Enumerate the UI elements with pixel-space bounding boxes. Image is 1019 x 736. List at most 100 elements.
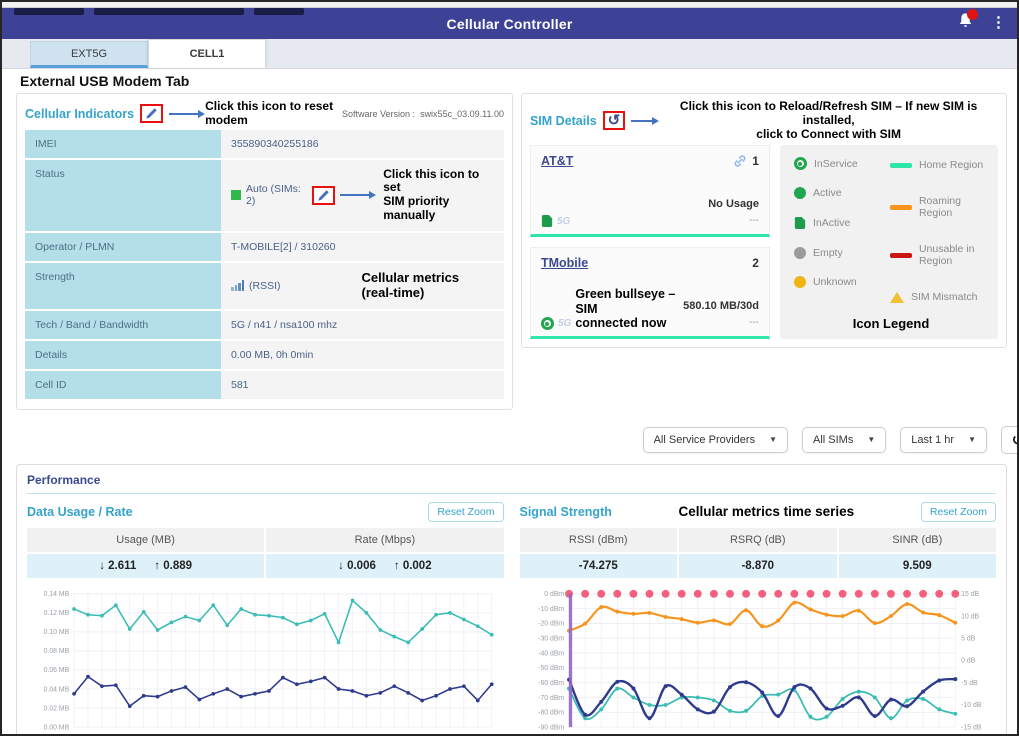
svg-text:05:07:00: 05:07:00 [375,732,396,736]
svg-text:04:35:00: 04:35:00 [153,732,174,736]
usage-col-header: Usage (MB) [27,528,264,554]
page-title: Cellular Controller [2,16,1017,32]
svg-text:05:18:30: 05:18:30 [920,732,941,736]
svg-text:-70 dBm: -70 dBm [538,694,564,701]
tech-5g-faded-icon: 5G [558,318,571,329]
chevron-down-icon: ▼ [867,435,875,444]
sim-inactive-icon [541,214,553,228]
svg-text:04:53:00: 04:53:00 [278,732,299,736]
svg-text:04:36:00: 04:36:00 [646,732,667,736]
svg-text:04:21:00: 04:21:00 [55,732,76,736]
app-header: Cellular Controller ⋮ [2,8,1017,39]
status-green-indicator [231,190,241,200]
svg-text:0 dB: 0 dB [961,657,976,664]
table-row-status: Status Auto (SIMs: 2) Click this icon to… [25,160,504,233]
svg-text:04:23:00: 04:23:00 [69,732,90,736]
reset-modem-pencil-icon[interactable] [140,104,163,123]
table-row-cellid: Cell ID 581 [25,371,504,401]
svg-text:05:03:00: 05:03:00 [347,732,368,736]
sim-priority-pencil-icon[interactable] [312,186,335,205]
svg-text:04:23:30: 04:23:30 [566,732,587,736]
sim-details-title: SIM Details [530,114,597,128]
software-version: Software Version : swix55c_03.09.11.00 [342,109,504,119]
svg-text:-50 dBm: -50 dBm [538,665,564,672]
svg-text:0 dBm: 0 dBm [544,591,564,598]
icon-legend: InService Active InActive Empty Unknown … [780,145,998,339]
svg-text:04:41:00: 04:41:00 [194,732,215,736]
reset-zoom-button[interactable]: Reset Zoom [428,502,503,522]
notifications-bell-icon[interactable] [956,11,976,33]
reset-zoom-button[interactable]: Reset Zoom [921,502,996,522]
signal-chart[interactable]: 0 dBm-10 dBm-20 dBm-30 dBm-40 dBm-50 dBm… [520,584,997,736]
sim-details-panel: SIM Details ↺ Click this icon to Reload/… [521,93,1007,348]
svg-text:04:49:00: 04:49:00 [250,732,271,736]
svg-text:05:15:00: 05:15:00 [431,732,452,736]
table-row-imei: IMEI 355890340255186 [25,130,504,160]
svg-text:15 dB: 15 dB [961,591,979,598]
annotation-reset-modem: Click this icon to reset modem [205,100,336,128]
svg-text:05:06:00: 05:06:00 [839,732,860,736]
gray-circle-icon [794,247,806,259]
sinr-col-header: SINR (dB) [839,528,997,554]
svg-text:05:13:30: 05:13:30 [888,732,909,736]
svg-text:04:48:30: 04:48:30 [727,732,748,736]
svg-text:04:43:30: 04:43:30 [694,732,715,736]
legend-roaming-region: Roaming Region [890,195,988,219]
svg-text:04:56:00: 04:56:00 [775,732,796,736]
rate-col-header: Rate (Mbps) [266,528,503,554]
yellow-circle-icon [794,276,806,288]
usage-chart[interactable]: 0.00 MB0.02 MB0.04 MB0.06 MB0.08 MB0.10 … [27,584,504,736]
performance-title: Performance [27,473,996,494]
performance-panel: Performance Data Usage / Rate Reset Zoom… [16,464,1007,736]
data-usage-title: Data Usage / Rate [27,505,133,519]
svg-text:04:59:00: 04:59:00 [320,732,341,736]
sim-usage-att: No Usage [708,198,759,210]
sims-dropdown[interactable]: All SIMs▼ [802,427,886,453]
sim-link-att[interactable]: AT&T [541,154,573,168]
chevron-down-icon: ▼ [769,435,777,444]
time-range-dropdown[interactable]: Last 1 hr▼ [900,427,987,453]
data-usage-section: Data Usage / Rate Reset Zoom Usage (MB) … [27,502,504,736]
svg-text:04:27:00: 04:27:00 [97,732,118,736]
rsrq-col-header: RSRQ (dB) [679,528,837,554]
svg-text:04:33:00: 04:33:00 [139,732,160,736]
warning-triangle-icon [890,292,904,303]
usage-rate-table: Usage (MB) ↓ 2.611 ↑ 0.889 Rate (Mbps) ↓… [27,528,504,578]
sim-card-tmobile: TMobile 2 5G Green bullseye – SIM connec… [530,247,770,339]
table-row-details: Details 0.00 MB, 0h 0min [25,341,504,371]
svg-text:04:26:00: 04:26:00 [582,732,603,736]
legend-unusable-region: Unusable in Region [890,243,988,267]
svg-text:-60 dBm: -60 dBm [538,680,564,687]
svg-text:-10 dB: -10 dB [961,702,982,709]
sim-card-att: AT&T 1 5G No Usag [530,145,770,237]
rate-upload: ↑ 0.002 [394,560,432,572]
indicators-table: IMEI 355890340255186 Status Auto (SIMs: … [25,130,504,401]
green-circle-icon [794,187,806,199]
svg-text:0.04 MB: 0.04 MB [44,686,70,693]
reload-sim-icon[interactable]: ↺ [603,111,626,130]
svg-text:04:38:30: 04:38:30 [662,732,683,736]
kebab-menu-icon[interactable]: ⋮ [988,15,1009,30]
tab-ext5g[interactable]: EXT5G [30,41,148,68]
refresh-charts-icon[interactable]: ↺ [1001,426,1019,454]
rssi-col-header: RSSI (dBm) [520,528,678,554]
svg-text:05:13:00: 05:13:00 [417,732,438,736]
tab-cell1[interactable]: CELL1 [148,39,266,68]
svg-text:05:08:30: 05:08:30 [855,732,876,736]
svg-text:04:25:00: 04:25:00 [83,732,104,736]
svg-text:05:11:00: 05:11:00 [403,732,424,736]
sim-link-tmobile[interactable]: TMobile [541,256,588,270]
redacted-logo [14,8,304,15]
legend-sim-mismatch: SIM Mismatch [890,291,988,303]
svg-text:05:21:00: 05:21:00 [473,732,494,736]
annotation-realtime-metrics: Cellular metrics (real-time) [362,271,494,301]
service-provider-dropdown[interactable]: All Service Providers▼ [643,427,788,453]
svg-text:04:39:00: 04:39:00 [180,732,201,736]
svg-text:04:21:00: 04:21:00 [550,732,571,736]
svg-text:04:46:00: 04:46:00 [711,732,732,736]
rsrq-value: -8.870 [741,560,774,572]
svg-text:04:29:00: 04:29:00 [111,732,132,736]
svg-text:5 dB: 5 dB [961,635,976,642]
filter-row: All Service Providers▼ All SIMs▼ Last 1 … [2,410,1019,464]
svg-text:0.12 MB: 0.12 MB [44,610,70,617]
